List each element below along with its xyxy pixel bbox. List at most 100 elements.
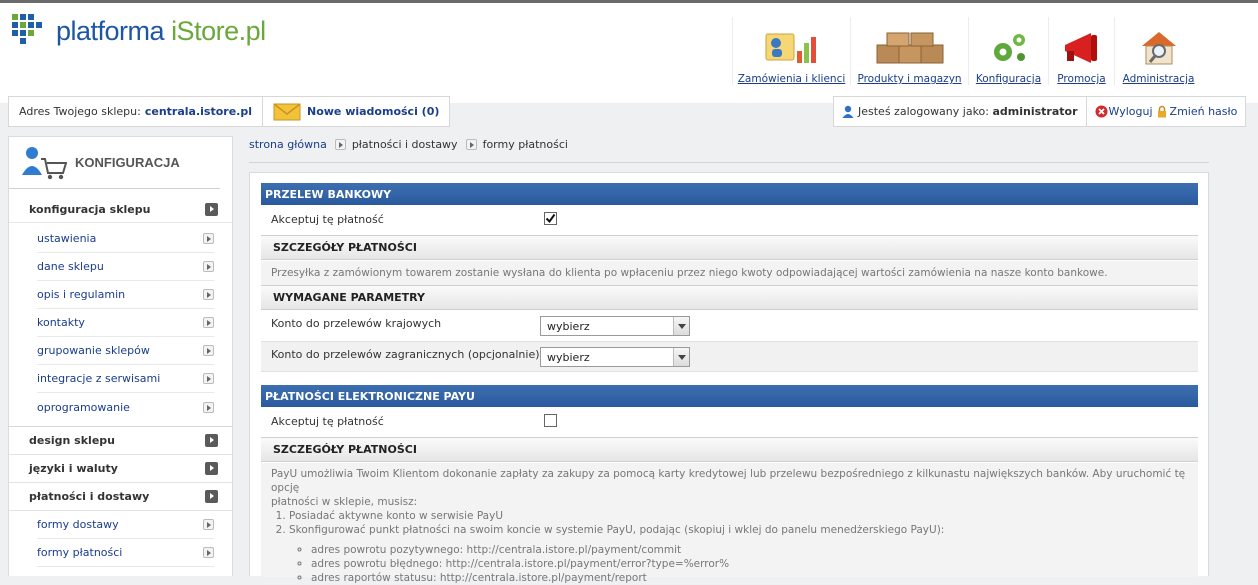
arrow-right-icon — [205, 203, 218, 216]
section-title: PŁATNOŚCI ELEKTRONICZNE PAYU — [265, 389, 475, 403]
description-text: PayU umożliwia Twoim Klientom dokonanie … — [271, 468, 1186, 494]
foreign-account-row: Konto do przelewów zagranicznych (opcjon… — [261, 341, 1198, 372]
breadcrumb-home-link[interactable]: strona główna — [249, 138, 327, 151]
arrow-right-icon — [203, 317, 214, 328]
bank-transfer-accept-row: Akceptuj tę płatność — [261, 205, 1198, 233]
sidebar-item-contacts[interactable]: kontakty — [37, 309, 214, 337]
main-panel: PRZELEW BANKOWY Akceptuj tę płatność SZC… — [249, 172, 1209, 584]
subsection-title: SZCZEGÓŁY PŁATNOŚCI — [273, 443, 417, 456]
nav-configuration[interactable]: Konfiguracja — [968, 17, 1048, 85]
sidebar-item-label: ustawienia — [37, 232, 97, 245]
bank-transfer-header: PRZELEW BANKOWY — [261, 183, 1198, 205]
logout-link[interactable]: Wyloguj — [1109, 105, 1153, 118]
nav-promotion[interactable]: Promocja — [1048, 17, 1114, 85]
bank-transfer-description: Przesyłka z zamówionym towarem zostanie … — [261, 261, 1198, 285]
nav-orders-link[interactable]: Zamówienia i klienci — [738, 73, 846, 85]
logo[interactable]: platforma iStore.pl — [12, 11, 266, 51]
arrow-right-icon — [203, 261, 214, 272]
sidebar-section-payments[interactable]: płatności i dostawy — [9, 483, 232, 511]
messages[interactable]: Nowe wiadomości (0) — [261, 97, 449, 126]
sidebar-section-design[interactable]: design sklepu — [9, 427, 232, 455]
arrow-right-icon — [203, 233, 214, 244]
accept-label: Akceptuj tę płatność — [271, 414, 384, 428]
sidebar-section-label: płatności i dostawy — [29, 490, 150, 503]
orders-chart-icon — [764, 29, 820, 67]
description-text: płatności w sklepie, musisz: — [271, 496, 418, 508]
nav-products[interactable]: Produkty i magazyn — [850, 17, 968, 85]
sidebar-item-shop-data[interactable]: dane sklepu — [37, 253, 214, 281]
bank-transfer-accept-checkbox[interactable] — [544, 212, 557, 225]
list-item: adres raportów statusu: http://centrala.… — [311, 571, 1188, 585]
breadcrumb-level1: płatności i dostawy — [351, 138, 458, 151]
sidebar-item-integrations[interactable]: integracje z serwisami — [37, 365, 214, 393]
sidebar-item-label: grupowanie sklepów — [37, 344, 150, 357]
sidebar-item-label: formy płatności — [37, 546, 123, 559]
sidebar-item-software[interactable]: oprogramowanie — [37, 393, 214, 421]
messages-link[interactable]: Nowe wiadomości (0) — [307, 105, 439, 118]
shop-address-link[interactable]: centrala.istore.pl — [145, 105, 252, 118]
breadcrumb-current: formy płatności — [482, 138, 568, 151]
lock-icon — [1157, 105, 1166, 118]
list-item: Skonfigurować punkt płatności na swoim k… — [289, 523, 1188, 537]
user-cart-icon — [22, 146, 67, 179]
gears-icon — [989, 29, 1029, 67]
payu-accept-row: Akceptuj tę płatność — [261, 407, 1198, 435]
sidebar-item-label: opis i regulamin — [37, 288, 126, 301]
sidebar-section-label: języki i waluty — [29, 462, 118, 475]
arrow-right-icon — [203, 519, 214, 530]
foreign-account-select[interactable]: wybierz — [540, 347, 690, 367]
sidebar-item-shop-grouping[interactable]: grupowanie sklepów — [37, 337, 214, 365]
select-value: wybierz — [547, 350, 590, 364]
house-magnifier-icon — [1139, 29, 1179, 67]
shop-info-bar: Adres Twojego sklepu: centrala.istore.pl… — [8, 96, 451, 127]
logged-label: Jesteś zalogowany jako: — [858, 105, 989, 118]
change-password-link[interactable]: Zmień hasło — [1170, 105, 1238, 118]
top-navigation: Zamówienia i klienci Produkty i magazyn — [732, 17, 1202, 85]
sidebar-item-settings[interactable]: ustawienia — [37, 225, 214, 253]
sidebar-item-label: integracje z serwisami — [37, 372, 161, 385]
payu-description: PayU umożliwia Twoim Klientom dokonanie … — [261, 463, 1198, 584]
checkmark-icon — [545, 213, 556, 224]
list-item: adres powrotu błędnego: http://centrala.… — [311, 557, 1188, 571]
boxes-icon — [875, 29, 945, 67]
domestic-account-row: Konto do przelewów krajowych — [261, 311, 1198, 339]
sidebar-item-payment-forms[interactable]: formy płatności — [37, 539, 214, 567]
arrow-right-icon — [205, 462, 218, 475]
payu-header: PŁATNOŚCI ELEKTRONICZNE PAYU — [261, 385, 1198, 407]
sidebar-item-description[interactable]: opis i regulamin — [37, 281, 214, 309]
sidebar-section-shop-config[interactable]: konfiguracja sklepu — [9, 197, 232, 223]
arrow-right-icon — [203, 345, 214, 356]
logo-text: platforma iStore.pl — [56, 15, 266, 46]
sidebar-header: KONFIGURACJA — [9, 137, 220, 189]
sidebar-title: KONFIGURACJA — [75, 155, 180, 170]
nav-administration-link[interactable]: Administracja — [1123, 73, 1195, 85]
subsection-title: WYMAGANE PARAMETRY — [273, 291, 425, 304]
logged-username: administrator — [992, 105, 1078, 118]
required-params-header: WYMAGANE PARAMETRY — [261, 285, 1198, 310]
subsection-title: SZCZEGÓŁY PŁATNOŚCI — [273, 241, 417, 254]
sidebar-section-languages[interactable]: języki i waluty — [9, 455, 232, 483]
sidebar-item-label: dane sklepu — [37, 260, 104, 273]
arrow-right-icon — [203, 373, 214, 384]
nav-configuration-link[interactable]: Konfiguracja — [976, 73, 1041, 85]
sidebar-section-label: konfiguracja sklepu — [29, 203, 151, 216]
payu-accept-checkbox[interactable] — [544, 414, 557, 427]
sidebar-item-delivery-forms[interactable]: formy dostawy — [37, 511, 214, 539]
breadcrumb-separator-icon — [334, 139, 346, 150]
domestic-account-label: Konto do przelewów krajowych — [271, 317, 442, 330]
arrow-right-icon — [203, 401, 214, 413]
domestic-account-select[interactable]: wybierz — [540, 316, 690, 336]
payu-details-header: SZCZEGÓŁY PŁATNOŚCI — [261, 437, 1198, 462]
account-actions: Wyloguj Zmień hasło — [1085, 97, 1246, 126]
nav-promotion-link[interactable]: Promocja — [1057, 73, 1105, 85]
nav-administration[interactable]: Administracja — [1114, 17, 1202, 85]
logo-grid-icon — [12, 14, 50, 48]
nav-products-link[interactable]: Produkty i magazyn — [857, 73, 961, 85]
arrow-right-icon — [203, 547, 214, 558]
payu-urls-list: adres powrotu pozytywnego: http://centra… — [271, 543, 1188, 585]
sidebar-item-label: oprogramowanie — [37, 400, 130, 414]
breadcrumb-separator-icon — [465, 139, 477, 150]
nav-orders[interactable]: Zamówienia i klienci — [732, 17, 850, 85]
list-item: Posiadać aktywne konto w serwisie PayU — [289, 509, 1188, 523]
user-icon — [842, 105, 854, 118]
